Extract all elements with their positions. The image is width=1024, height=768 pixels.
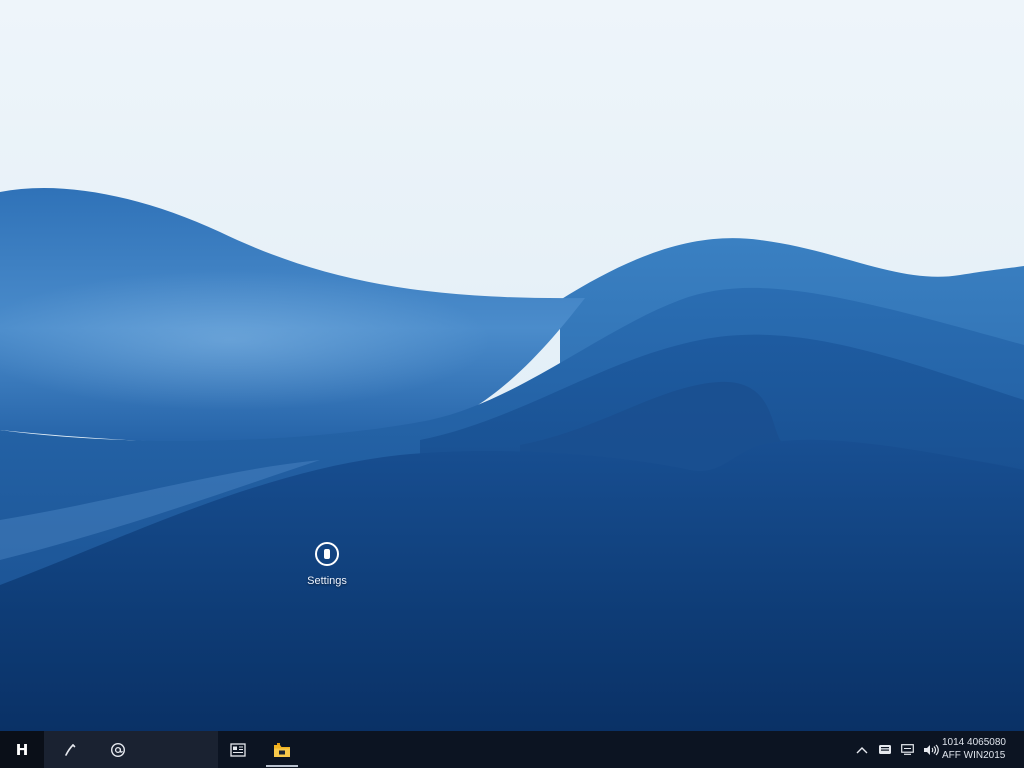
desktop-icon-settings[interactable]: Settings bbox=[292, 538, 362, 598]
active-app-indicator bbox=[266, 765, 298, 767]
taskbar-at-button[interactable] bbox=[98, 731, 138, 768]
pen-icon bbox=[65, 743, 76, 756]
desktop-icon-label: Settings bbox=[307, 575, 347, 587]
taskbar-pinned-group bbox=[44, 731, 218, 768]
news-widgets-icon bbox=[230, 742, 246, 757]
start-button[interactable]: H bbox=[0, 731, 44, 768]
tray-volume-button[interactable] bbox=[920, 731, 942, 768]
start-label: H bbox=[15, 740, 29, 759]
volume-icon bbox=[924, 744, 939, 755]
tray-overflow-button[interactable] bbox=[852, 731, 872, 768]
taskbar-clock[interactable]: 1014 4065080 AFF WIN2015 bbox=[942, 736, 1016, 762]
taskbar-pen-button[interactable] bbox=[50, 731, 90, 768]
file-explorer-folder-icon bbox=[274, 742, 290, 757]
taskbar-file-explorer-button[interactable] bbox=[262, 731, 302, 768]
display-icon bbox=[900, 744, 914, 755]
keyboard-icon bbox=[879, 745, 891, 754]
tray-keyboard-button[interactable] bbox=[876, 731, 894, 768]
clock-line-2: AFF WIN2015 bbox=[942, 750, 1006, 761]
power-icon bbox=[315, 542, 339, 566]
chevron-up-icon bbox=[856, 746, 868, 753]
taskbar: H 1014 4065080 AFF WIN2015 bbox=[0, 731, 1024, 768]
tray-display-button[interactable] bbox=[898, 731, 916, 768]
desktop[interactable]: Settings bbox=[0, 0, 1024, 731]
at-sign-icon bbox=[110, 742, 126, 757]
wallpaper bbox=[0, 0, 1024, 731]
clock-line-1: 1014 4065080 bbox=[942, 737, 1006, 748]
taskbar-widgets-button[interactable] bbox=[218, 731, 258, 768]
